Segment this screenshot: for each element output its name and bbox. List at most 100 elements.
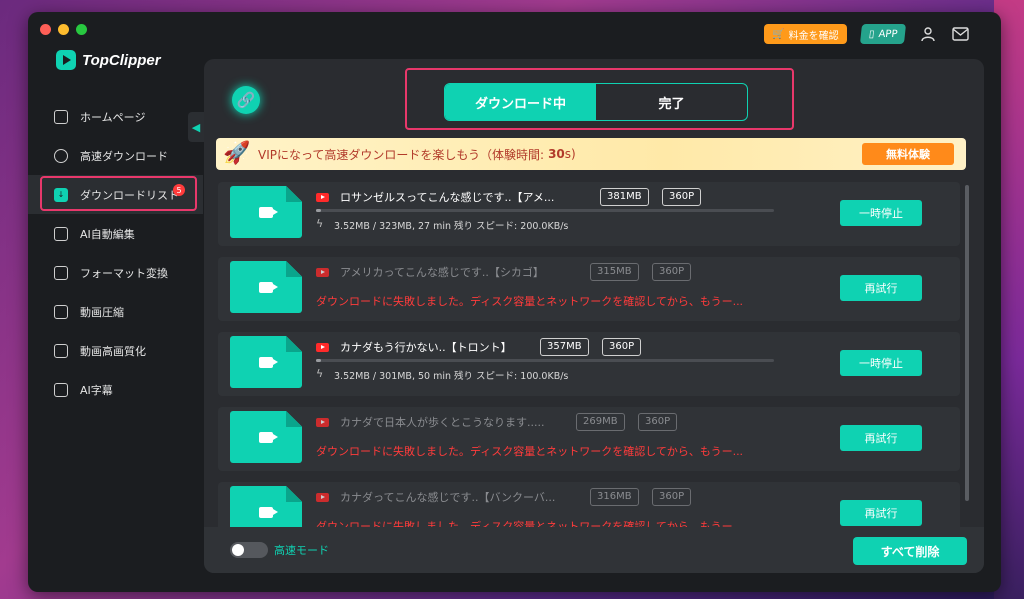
compress-icon bbox=[54, 304, 68, 319]
check-price-button[interactable]: 🛒 料金を確認 bbox=[764, 24, 847, 44]
vip-banner: 🚀 VIPになって高速ダウンロードを楽しもう（体験時間: 30 s) 無料体験 bbox=[216, 138, 966, 170]
video-title: カナダってこんな感じです..【バンクーバ... bbox=[340, 491, 556, 504]
quality-tag: 360P bbox=[638, 413, 678, 431]
sidebar-item-home[interactable]: ホームページ bbox=[28, 97, 203, 136]
quality-tag: 360P bbox=[652, 488, 692, 506]
phone-icon: ▯ bbox=[868, 28, 875, 40]
retry-button[interactable]: 再試行 bbox=[840, 275, 922, 301]
convert-icon bbox=[54, 265, 68, 280]
retry-button[interactable]: 再試行 bbox=[840, 425, 922, 451]
app-button[interactable]: ▯ APP bbox=[859, 24, 907, 44]
play-logo-icon bbox=[56, 50, 76, 70]
sidebar-item-label: フォーマット変換 bbox=[80, 266, 168, 280]
mail-icon[interactable] bbox=[951, 25, 969, 43]
bolt-icon: ϟ bbox=[316, 217, 324, 230]
download-list-highlight bbox=[40, 176, 197, 211]
progress-fill bbox=[316, 359, 321, 362]
file-size-tag: 315MB bbox=[590, 263, 639, 281]
chevron-left-icon: ◀ bbox=[191, 120, 201, 134]
thumbnail-fold bbox=[286, 336, 302, 352]
youtube-icon bbox=[316, 268, 329, 277]
sidebar-item-label: 高速ダウンロード bbox=[80, 149, 168, 163]
link-icon[interactable]: 🔗 bbox=[232, 86, 260, 114]
hd-icon bbox=[54, 343, 68, 358]
error-message: ダウンロードに失敗しました。ディスク容量とネットワークを確認してから、もうー..… bbox=[316, 445, 744, 458]
sidebar-item-fast-download[interactable]: 高速ダウンロード bbox=[28, 136, 203, 175]
sidebar-item-video-compress[interactable]: 動画圧縮 bbox=[28, 292, 203, 331]
app-window: TopClipper 🛒 料金を確認 ▯ APP ホームページ 高速ダウンロード… bbox=[28, 12, 1001, 592]
youtube-icon bbox=[316, 493, 329, 502]
error-message: ダウンロードに失敗しました。ディスク容量とネットワークを確認してから、もうー..… bbox=[316, 295, 744, 308]
user-icon[interactable] bbox=[919, 25, 937, 43]
thumbnail-fold bbox=[286, 186, 302, 202]
file-size-tag: 269MB bbox=[576, 413, 625, 431]
ai-edit-icon bbox=[54, 226, 68, 241]
download-stats: 3.52MB / 323MB, 27 min 残り スピード: 200.0KB/… bbox=[334, 221, 569, 232]
check-price-label: 料金を確認 bbox=[788, 30, 839, 42]
collapse-sidebar-button[interactable]: ◀ bbox=[188, 112, 204, 142]
video-title: ロサンゼルスってこんな感じです..【アメ... bbox=[340, 191, 555, 204]
sidebar-item-ai-edit[interactable]: AI自動編集 bbox=[28, 214, 203, 253]
sidebar-item-ai-subtitle[interactable]: AI字幕 bbox=[28, 370, 203, 409]
fast-mode-label: 高速モード bbox=[274, 544, 329, 557]
trial-time: 30 bbox=[548, 147, 565, 161]
app-name: TopClipper bbox=[82, 51, 161, 69]
download-list: ロサンゼルスってこんな感じです..【アメ... 381MB 360P ϟ 3.5… bbox=[218, 182, 960, 528]
file-size-tag: 381MB bbox=[600, 188, 649, 206]
vip-text: VIPになって高速ダウンロードを楽しもう（体験時間: bbox=[258, 147, 545, 162]
bolt-icon: ϟ bbox=[316, 367, 324, 380]
progress-fill bbox=[316, 209, 321, 212]
fast-mode-toggle[interactable] bbox=[230, 542, 268, 558]
sidebar-item-label: AI自動編集 bbox=[80, 227, 135, 241]
thumbnail-fold bbox=[286, 261, 302, 277]
youtube-icon bbox=[316, 343, 329, 352]
top-toolbar: 🛒 料金を確認 ▯ APP bbox=[764, 24, 969, 44]
quality-tag: 360P bbox=[652, 263, 692, 281]
cart-icon: 🛒 bbox=[772, 28, 785, 40]
close-window-button[interactable] bbox=[40, 24, 51, 35]
retry-button[interactable]: 再試行 bbox=[840, 500, 922, 526]
video-title: カナダもう行かない..【トロント】 bbox=[340, 341, 512, 354]
download-item: カナダで日本人が歩くとこうなります..... 269MB 360P ダウンロード… bbox=[218, 407, 960, 471]
video-title: カナダで日本人が歩くとこうなります..... bbox=[340, 416, 545, 429]
sidebar-item-label: AI字幕 bbox=[80, 383, 113, 397]
search-icon bbox=[54, 148, 68, 163]
home-icon bbox=[54, 109, 68, 124]
video-camera-icon bbox=[259, 507, 278, 518]
download-progress-bar bbox=[316, 209, 774, 212]
file-size-tag: 316MB bbox=[590, 488, 639, 506]
thumbnail-fold bbox=[286, 486, 302, 502]
app-label: APP bbox=[877, 28, 898, 40]
list-scrollbar[interactable] bbox=[965, 185, 969, 501]
free-trial-button[interactable]: 無料体験 bbox=[862, 143, 954, 165]
sidebar-item-label: 動画高画質化 bbox=[80, 344, 146, 358]
sidebar-item-label: ホームページ bbox=[80, 110, 146, 124]
download-item: ロサンゼルスってこんな感じです..【アメ... 381MB 360P ϟ 3.5… bbox=[218, 182, 960, 246]
minimize-window-button[interactable] bbox=[58, 24, 69, 35]
pause-button[interactable]: 一時停止 bbox=[840, 350, 922, 376]
maximize-window-button[interactable] bbox=[76, 24, 87, 35]
pause-button[interactable]: 一時停止 bbox=[840, 200, 922, 226]
video-title: アメリカってこんな感じです..【シカゴ】 bbox=[340, 266, 544, 279]
sidebar-item-label: 動画圧縮 bbox=[80, 305, 124, 319]
tabs-highlight bbox=[405, 68, 794, 130]
footer-bar: 高速モード すべて削除 bbox=[204, 527, 984, 573]
delete-all-button[interactable]: すべて削除 bbox=[853, 537, 967, 565]
youtube-icon bbox=[316, 193, 329, 202]
sidebar-item-format-convert[interactable]: フォーマット変換 bbox=[28, 253, 203, 292]
window-controls bbox=[40, 24, 87, 35]
download-stats: 3.52MB / 301MB, 50 min 残り スピード: 100.0KB/… bbox=[334, 371, 569, 382]
youtube-icon bbox=[316, 418, 329, 427]
video-camera-icon bbox=[259, 432, 278, 443]
thumbnail-fold bbox=[286, 411, 302, 427]
quality-tag: 360P bbox=[662, 188, 702, 206]
trial-time-unit: s) bbox=[564, 147, 576, 161]
app-logo: TopClipper bbox=[56, 50, 161, 70]
sidebar: ホームページ 高速ダウンロード ↓ ダウンロードリスト 5 AI自動編集 フォー… bbox=[28, 97, 203, 409]
video-camera-icon bbox=[259, 207, 278, 218]
subtitle-icon bbox=[54, 382, 68, 397]
quality-tag: 360P bbox=[602, 338, 642, 356]
sidebar-item-video-enhance[interactable]: 動画高画質化 bbox=[28, 331, 203, 370]
main-panel: 🔗 ダウンロード中 完了 🚀 VIPになって高速ダウンロードを楽しもう（体験時間… bbox=[204, 59, 984, 573]
rocket-icon: 🚀 bbox=[223, 141, 251, 166]
